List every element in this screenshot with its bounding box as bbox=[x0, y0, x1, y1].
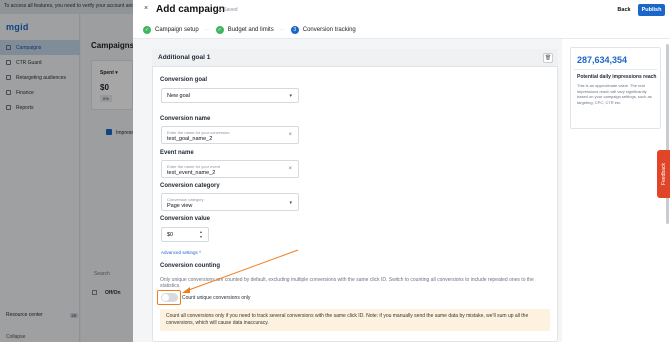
conversion-goal-select[interactable]: New goal ▾ bbox=[161, 88, 299, 103]
goal-card-header bbox=[152, 49, 558, 67]
conversion-category-label: Conversion category bbox=[160, 183, 220, 189]
check-icon: ✓ bbox=[215, 26, 224, 34]
reach-number: 287,634,354 bbox=[577, 55, 628, 65]
step-separator: ··· bbox=[279, 27, 285, 33]
feedback-label: Feedback bbox=[660, 163, 667, 185]
step-label: Budget and limits bbox=[227, 27, 274, 33]
close-icon[interactable]: × bbox=[144, 5, 148, 12]
toggle-highlight bbox=[157, 290, 181, 305]
modal-overlay[interactable] bbox=[0, 0, 133, 342]
step-separator: ··· bbox=[204, 27, 210, 33]
count-unique-label: Count unique conversions only bbox=[182, 295, 251, 301]
step-budget-limits[interactable]: ✓ Budget and limits bbox=[215, 26, 274, 34]
conversion-name-hint: Enter the name for your conversion bbox=[167, 130, 230, 135]
conversion-counting-label: Conversion counting bbox=[160, 263, 220, 269]
clear-icon[interactable]: × bbox=[288, 132, 292, 138]
check-icon: ✓ bbox=[143, 26, 151, 34]
step-conversion-tracking[interactable]: 3 Conversion tracking bbox=[290, 26, 356, 34]
step-campaign-setup[interactable]: ✓ Campaign setup bbox=[143, 26, 199, 34]
conversion-goal-value: New goal bbox=[167, 93, 190, 99]
event-name-hint: Enter the name for your event bbox=[167, 164, 220, 169]
advanced-settings-link[interactable]: Advanced settings ^ bbox=[161, 250, 201, 255]
conversion-category-select[interactable]: Conversion category Page view ▾ bbox=[161, 193, 299, 211]
step-label: Conversion tracking bbox=[302, 27, 356, 33]
event-name-value: test_event_name_2 bbox=[167, 170, 216, 176]
page-title: Add campaign bbox=[156, 4, 225, 15]
conversion-category-hint: Conversion category bbox=[167, 197, 204, 202]
feedback-button[interactable]: Feedback bbox=[657, 150, 670, 198]
conversion-value-stepper[interactable]: $0 ▴ ▾ bbox=[161, 227, 209, 242]
info-box: Count all conversions only if you need t… bbox=[160, 309, 550, 331]
step-label: Campaign setup bbox=[155, 27, 199, 33]
conversion-category-value: Page view bbox=[167, 203, 193, 209]
stepper: ✓ Campaign setup ··· ✓ Budget and limits ·… bbox=[143, 24, 356, 36]
saved-status: ☁ Saved bbox=[217, 7, 238, 13]
goal-title: Additional goal 1 bbox=[158, 54, 211, 61]
publish-button[interactable]: Publish bbox=[638, 4, 665, 16]
conversion-value-label: Conversion value bbox=[160, 216, 211, 222]
reach-description: This is an approximate value. The real i… bbox=[577, 83, 652, 105]
chevron-down-icon: ▾ bbox=[289, 93, 292, 99]
step-number: 3 bbox=[290, 26, 299, 34]
reach-title: Potential daily impressions reach bbox=[577, 74, 657, 80]
conversion-name-label: Conversion name bbox=[160, 116, 211, 122]
trash-icon[interactable]: 🗑 bbox=[543, 53, 553, 63]
back-button[interactable]: Back bbox=[612, 4, 636, 16]
conversion-counting-description: Only unique conversions are counted by d… bbox=[160, 277, 534, 289]
event-name-field[interactable]: Enter the name for your event test_event… bbox=[161, 160, 299, 178]
conversion-name-value: test_goal_name_2 bbox=[167, 136, 213, 142]
chevron-down-icon: ▾ bbox=[289, 200, 292, 206]
clear-icon[interactable]: × bbox=[288, 166, 292, 172]
stepper-arrows-icon[interactable]: ▴ ▾ bbox=[200, 229, 202, 239]
event-name-label: Event name bbox=[160, 150, 194, 156]
divider bbox=[574, 69, 657, 70]
conversion-name-field[interactable]: Enter the name for your conversion test_… bbox=[161, 126, 299, 144]
conversion-goal-label: Conversion goal bbox=[160, 77, 208, 83]
conversion-value: $0 bbox=[167, 232, 174, 238]
